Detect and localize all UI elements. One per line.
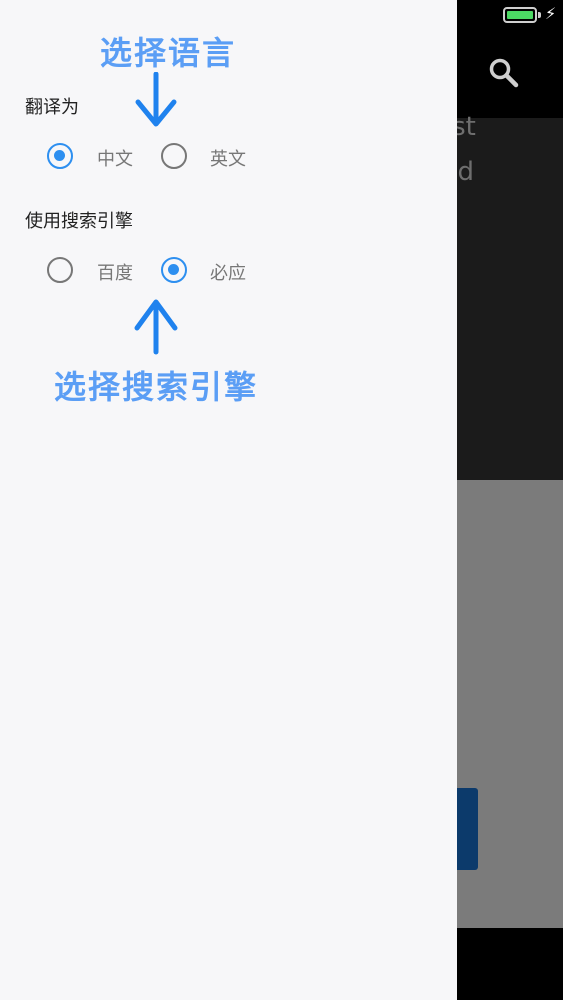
arrow-down-icon: [135, 72, 177, 127]
settings-drawer: 翻译为 中文 英文 使用搜索引擎 百度 必应 选择语言 选择搜索引擎: [0, 0, 457, 1000]
radio-baidu[interactable]: [47, 257, 73, 283]
option-label-bing[interactable]: 必应: [210, 259, 246, 285]
search-icon[interactable]: [487, 56, 521, 90]
radio-chinese[interactable]: [47, 143, 73, 169]
search-engine-title: 使用搜索引擎: [25, 211, 133, 232]
arrow-up-icon: [134, 299, 178, 355]
battery-tip: [538, 12, 541, 18]
annotation-select-language: 选择语言: [100, 34, 237, 72]
option-label-baidu[interactable]: 百度: [97, 259, 133, 285]
option-label-chinese[interactable]: 中文: [97, 145, 133, 171]
option-label-english[interactable]: 英文: [210, 145, 246, 171]
radio-bing[interactable]: [161, 257, 187, 283]
radio-english[interactable]: [161, 143, 187, 169]
annotation-select-search-engine: 选择搜索引擎: [54, 368, 259, 406]
battery-icon: [503, 7, 537, 23]
charging-bolt-icon: ⚡: [545, 4, 557, 23]
translate-to-title: 翻译为: [25, 97, 79, 118]
